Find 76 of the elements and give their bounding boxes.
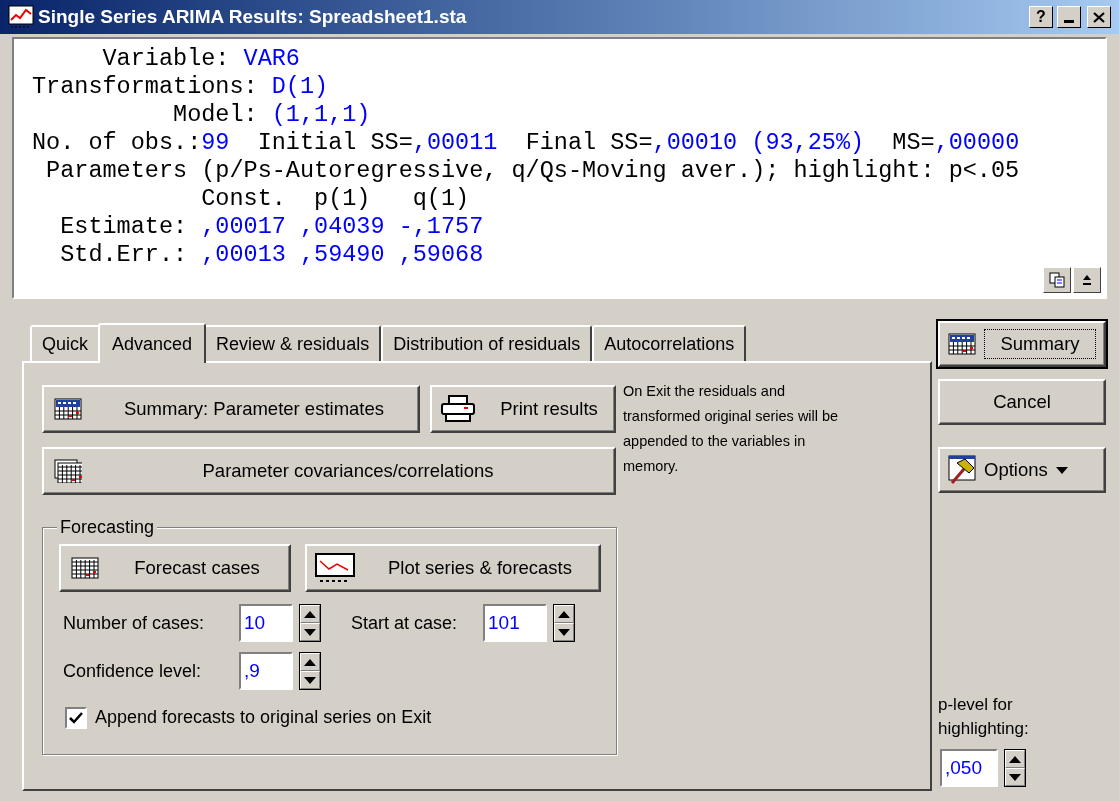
window-title: Single Series ARIMA Results: Spreadsheet1.sta [38,4,468,29]
down-arrow-icon [304,628,316,636]
print-button[interactable]: Print results [430,385,616,433]
output-label: Initial SS= [256,129,413,156]
field-label: Start at case: [351,611,459,635]
forecast-button[interactable]: Forecast cases [59,544,291,592]
summary-button[interactable]: Summary: Parameter estimates [42,385,420,433]
help-button[interactable]: ? [1029,6,1053,28]
checkbox[interactable] [65,706,87,729]
spreadsheet-icon [54,398,82,420]
grid-icon [54,459,82,483]
summary-button[interactable]: Summary [938,321,1106,367]
printer-icon [440,395,476,423]
output-label: MS= [891,129,935,156]
grid-icon [71,557,99,579]
tab[interactable]: Distribution of residuals [381,325,593,361]
output-label: Estimate: [59,213,189,240]
number-field[interactable]: 101 [483,604,547,642]
output-value: 99 [201,129,230,156]
covariances-button[interactable]: Parameter covariances/correlations [42,447,616,495]
collapse-button[interactable] [1073,267,1101,293]
output-value: ,00000 [934,129,1020,156]
tab[interactable]: Review & residuals [204,325,382,361]
close-button[interactable] [1087,6,1111,28]
p-level-label: p-level for highlighting: [938,694,1030,740]
minimize-button[interactable] [1057,6,1081,28]
caret-icon [1055,466,1068,474]
output-value: ,00013 ,59490 ,59068 [201,241,484,268]
copy-button[interactable] [1043,267,1071,293]
down-arrow-icon [558,628,570,636]
spreadsheet-icon [948,333,976,355]
down-arrow-icon [304,676,316,684]
output-label: Std.Err.: [59,241,189,268]
output-label: Transformations: [32,73,259,100]
output-value: VAR6 [243,45,300,72]
output-label: Final SS= [524,129,653,156]
output-label: Model: [172,101,259,128]
check-icon [69,711,83,724]
cancel-button[interactable]: Cancel [938,379,1106,425]
output-label: Parameters (p/Ps-Autoregressive, q/Qs-Moving aver.); highlight: p<.05 [45,157,1020,184]
output-value: ,00011 [412,129,498,156]
output-value: ,00017 ,04039 -,1757 [201,213,484,240]
output-value: D(1) [271,73,329,100]
checkbox-label: Append forecasts to original series on Exit [95,706,432,729]
close-icon [1093,11,1105,23]
field-label: Confidence level: [63,659,203,683]
tab[interactable]: Quick [30,325,100,361]
output-label: Const. p(1) q(1) [200,185,470,212]
line-chart-icon [8,5,34,29]
output-value: (1,1,1) [271,101,371,128]
plot-button[interactable]: Plot series & forecasts [305,544,601,592]
spin-buttons[interactable] [1004,749,1026,787]
minimize-icon [1064,20,1074,23]
options-button[interactable]: Options [938,447,1106,493]
output-label: Variable: [101,45,231,72]
up-arrow-icon [1082,274,1092,286]
tab[interactable]: Advanced [98,323,207,363]
output-value: ,00010 (93,25%) [652,129,865,156]
field-label: Number of cases: [63,611,206,635]
line-chart-icon [315,553,355,583]
up-arrow-icon [304,658,316,666]
up-arrow-icon [304,610,316,618]
output-label: No. of obs.: [32,129,202,156]
down-arrow-icon [1009,773,1021,781]
copy-icon [1049,272,1065,288]
number-field[interactable]: 10 [239,604,293,642]
spin-buttons[interactable] [299,652,321,690]
info-text: On Exit the residuals and transformed original series will be appended to the variables in memory. [623,382,840,476]
number-field[interactable]: ,9 [239,652,293,690]
up-arrow-icon [558,610,570,618]
hammer-icon [948,455,976,485]
spin-buttons[interactable] [299,604,321,642]
spin-buttons[interactable] [553,604,575,642]
number-field[interactable]: ,050 [940,749,998,787]
up-arrow-icon [1009,755,1021,763]
tab[interactable]: Autocorrelations [592,325,747,361]
